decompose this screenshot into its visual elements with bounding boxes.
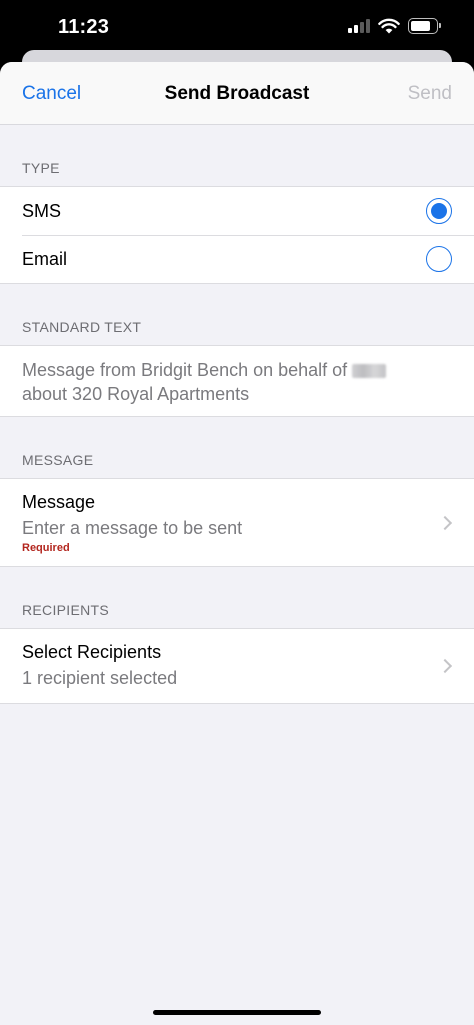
redacted-name: [352, 364, 387, 379]
recipients-summary: 1 recipient selected: [22, 668, 178, 688]
type-options-group: SMS Email: [0, 186, 474, 284]
type-option-label: SMS: [22, 200, 62, 221]
page-title: Send Broadcast: [164, 83, 310, 104]
cellular-signal-icon: [348, 19, 370, 33]
required-label: Required: [22, 542, 70, 554]
message-row-title: Message: [22, 492, 96, 512]
standard-text-content: Message from Bridgit Bench on behalf of …: [0, 346, 474, 416]
type-option-sms[interactable]: SMS: [0, 187, 474, 235]
status-time: 11:23: [58, 16, 110, 38]
status-icons: [348, 18, 441, 34]
message-group: Message Enter a message to be sent Requi…: [0, 478, 474, 567]
select-recipients-row[interactable]: Select Recipients 1 recipient selected: [0, 629, 474, 703]
message-row[interactable]: Message Enter a message to be sent Requi…: [0, 479, 474, 566]
standard-text-section-header: STANDARD TEXT: [22, 319, 142, 335]
standard-text-line2: about 320 Royal Apartments: [22, 384, 250, 404]
recipients-section-header: RECIPIENTS: [22, 602, 110, 618]
radio-selected-icon[interactable]: [426, 198, 452, 224]
standard-text-group: Message from Bridgit Bench on behalf of …: [0, 345, 474, 417]
select-recipients-title: Select Recipients: [22, 642, 162, 662]
type-option-email[interactable]: Email: [0, 235, 474, 283]
type-option-label: Email: [22, 248, 68, 269]
send-button[interactable]: Send: [408, 83, 452, 105]
recipients-group: Select Recipients 1 recipient selected: [0, 628, 474, 704]
message-section-header: MESSAGE: [22, 452, 94, 468]
navigation-bar: Cancel Send Broadcast Send: [0, 62, 474, 125]
battery-icon: [408, 18, 441, 34]
radio-unselected-icon[interactable]: [426, 246, 452, 272]
wifi-icon: [378, 18, 400, 34]
type-section-header: TYPE: [22, 160, 60, 176]
home-indicator: [153, 1010, 321, 1015]
message-placeholder: Enter a message to be sent: [22, 518, 243, 538]
send-broadcast-sheet: Cancel Send Broadcast Send TYPE SMS Emai…: [0, 62, 474, 1025]
standard-text-line1: Message from Bridgit Bench on behalf of: [22, 360, 348, 380]
status-bar: 11:23: [0, 0, 474, 56]
